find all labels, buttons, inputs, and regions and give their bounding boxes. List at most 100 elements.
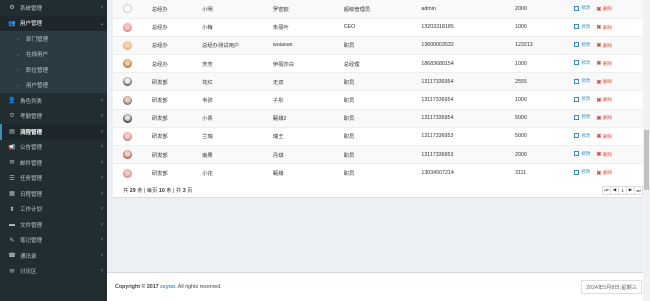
position-cell: 职员 <box>343 163 422 182</box>
avatar <box>123 131 132 141</box>
sidebar-item-9[interactable]: 📢 公告管理 ‹ <box>0 140 107 156</box>
sidebar-item-7[interactable]: ⏲ 考勤管理 ‹ <box>0 109 107 125</box>
sidebar-item-2[interactable]: ○ 部门管理 <box>0 31 107 47</box>
avatar <box>123 22 132 32</box>
avatar-cell <box>113 126 152 146</box>
edit-button[interactable]: 修改 <box>574 169 590 175</box>
sidebar-item-label: 文件管理 <box>20 222 43 229</box>
delete-button[interactable]: ✖ 删除 <box>596 97 612 104</box>
position-cell: 超级管理员 <box>343 0 422 19</box>
phone-cell: 13034507214 <box>421 163 516 182</box>
sidebar-item-6[interactable]: 👤 角色列表 ‹ <box>0 93 107 109</box>
chevron-left-icon: ‹ <box>101 159 103 166</box>
user-table-box: 总经办 小明 罗密欧 超级管理员 admin 2000 修改 ✖ 删除 总经办 小梅 朱丽叶 CEO 13… <box>113 0 643 198</box>
edit-button[interactable]: 修改 <box>574 151 590 157</box>
dept-cell: 总经办 <box>151 35 203 55</box>
sidebar-item-17[interactable]: ✉ 讨论区 ‹ <box>0 264 107 280</box>
sidebar-item-14[interactable]: ▬ 文件管理 ‹ <box>0 217 107 233</box>
avatar <box>123 113 132 123</box>
delete-button[interactable]: ✖ 删除 <box>596 79 612 86</box>
sidebar-item-8[interactable]: ▤ 流程管理 ‹ <box>0 124 107 140</box>
close-icon: ✖ <box>596 134 602 141</box>
sidebar-item-1[interactable]: 👥 用户管理 ⌄ <box>0 15 107 31</box>
avatar <box>123 95 132 105</box>
actions-cell: 修改 ✖ 删除 <box>574 90 643 110</box>
edit-button[interactable]: 修改 <box>574 42 590 48</box>
scrollbar-thumb[interactable] <box>644 130 649 190</box>
sidebar-item-15[interactable]: ✎ 笔记管理 ‹ <box>0 233 107 249</box>
last-page-button[interactable]: ⏭ <box>634 185 643 195</box>
delete-label: 删除 <box>602 97 612 103</box>
delete-button[interactable]: ✖ 删除 <box>596 133 612 141</box>
page-scrollbar[interactable] <box>643 0 650 301</box>
table-row: 总经办 总经办测试用户 wuianan 职员 13600003532 123213 修改 ✖ 删… <box>113 35 643 55</box>
salary-cell: 2555 <box>515 72 575 91</box>
sidebar-item-5[interactable]: ○ 用户管理 <box>0 77 107 93</box>
sidebar-item-12[interactable]: ▦ 日程管理 ‹ <box>0 186 107 202</box>
bullhorn-icon: 📢 <box>8 144 16 151</box>
edit-label: 修改 <box>581 132 591 138</box>
edit-button[interactable]: 修改 <box>574 133 590 139</box>
sidebar-item-13[interactable]: ⬍ 工作计划 ‹ <box>0 202 107 218</box>
realname-cell: 无双 <box>272 72 344 91</box>
delete-button[interactable]: ✖ 删除 <box>596 151 612 159</box>
chevron-left-icon: ‹ <box>101 113 103 120</box>
avatar-cell <box>113 144 152 164</box>
delete-button[interactable]: ✖ 删除 <box>596 115 612 122</box>
delete-button[interactable]: ✖ 删除 <box>596 6 612 13</box>
realname-cell: 子彤 <box>272 90 344 110</box>
phone-cell: 13203318185 <box>421 17 516 37</box>
comments-icon: ✉ <box>9 268 15 275</box>
circle-icon: ○ <box>16 67 20 73</box>
actions-cell: 修改 ✖ 删除 <box>574 72 643 91</box>
circle-icon: ○ <box>16 51 20 57</box>
avatar-cell <box>113 90 152 110</box>
edit-label: 修改 <box>581 169 591 175</box>
edit-button[interactable]: 修改 <box>574 60 590 66</box>
sidebar-item-label: 部门管理 <box>26 36 49 43</box>
brand-link[interactable]: zsyoo. <box>160 284 176 290</box>
delete-button[interactable]: ✖ 删除 <box>596 170 612 177</box>
close-icon: ✖ <box>596 79 602 86</box>
sidebar-item-4[interactable]: ○ 职位管理 <box>0 62 107 78</box>
edit-icon <box>574 169 580 175</box>
summary-mid1: 条 | 每页 <box>137 188 158 194</box>
users-icon: 👥 <box>8 20 16 27</box>
avatar <box>123 4 132 14</box>
close-icon: ✖ <box>596 170 602 177</box>
sidebar-item-3[interactable]: ○ 在线用户 <box>0 46 107 62</box>
actions-cell: 修改 ✖ 删除 <box>574 0 643 19</box>
edit-button[interactable]: 修改 <box>574 78 590 84</box>
avatar-cell <box>113 163 152 182</box>
edit-icon <box>574 151 580 157</box>
summary-prefix: 共 <box>123 188 129 194</box>
username-cell: 小明 <box>202 0 273 19</box>
edit-button[interactable]: 修改 <box>574 24 590 30</box>
delete-button[interactable]: ✖ 删除 <box>596 42 612 50</box>
realname-cell: 朱丽叶 <box>272 17 344 37</box>
edit-button[interactable]: 修改 <box>574 5 590 11</box>
sidebar-item-label: 在线用户 <box>26 52 49 59</box>
sidebar-item-16[interactable]: ☎ 通讯录 ‹ <box>0 248 107 264</box>
edit-button[interactable]: 修改 <box>574 96 590 102</box>
gear-icon: ⚙ <box>9 5 15 12</box>
sidebar-item-label: 笔记管理 <box>20 238 43 245</box>
chevron-left-icon: ‹ <box>101 128 103 135</box>
chevron-down-icon: ⌄ <box>99 20 105 27</box>
sidebar-item-11[interactable]: ☰ 任务管理 ‹ <box>0 171 107 187</box>
avatar <box>123 77 132 87</box>
sidebar-item-10[interactable]: ✉ 邮件管理 ‹ <box>0 155 107 171</box>
table-row: 总经办 小明 罗密欧 超级管理员 admin 2000 修改 ✖ 删除 <box>113 0 643 19</box>
table-row: 研发部 小青 甄嬛2 职员 13117336954 5000 修改 ✖ 删除 <box>113 108 643 128</box>
username-cell: 小青 <box>202 108 273 128</box>
username-cell: 总经办测试用户 <box>202 35 273 55</box>
dept-cell: 研发部 <box>151 72 203 91</box>
main-content: 总经办 小明 罗密欧 超级管理员 admin 2000 修改 ✖ 删除 总经办 小梅 朱丽叶 CEO 13… <box>107 0 650 301</box>
edit-icon <box>574 133 580 139</box>
edit-button[interactable]: 修改 <box>574 114 590 120</box>
edit-label: 修改 <box>581 114 591 120</box>
delete-button[interactable]: ✖ 删除 <box>596 24 612 32</box>
sidebar-item-0[interactable]: ⚙ 系统管理 ‹ <box>0 0 107 16</box>
salary-cell: 5000 <box>515 108 575 128</box>
delete-button[interactable]: ✖ 删除 <box>596 60 612 68</box>
